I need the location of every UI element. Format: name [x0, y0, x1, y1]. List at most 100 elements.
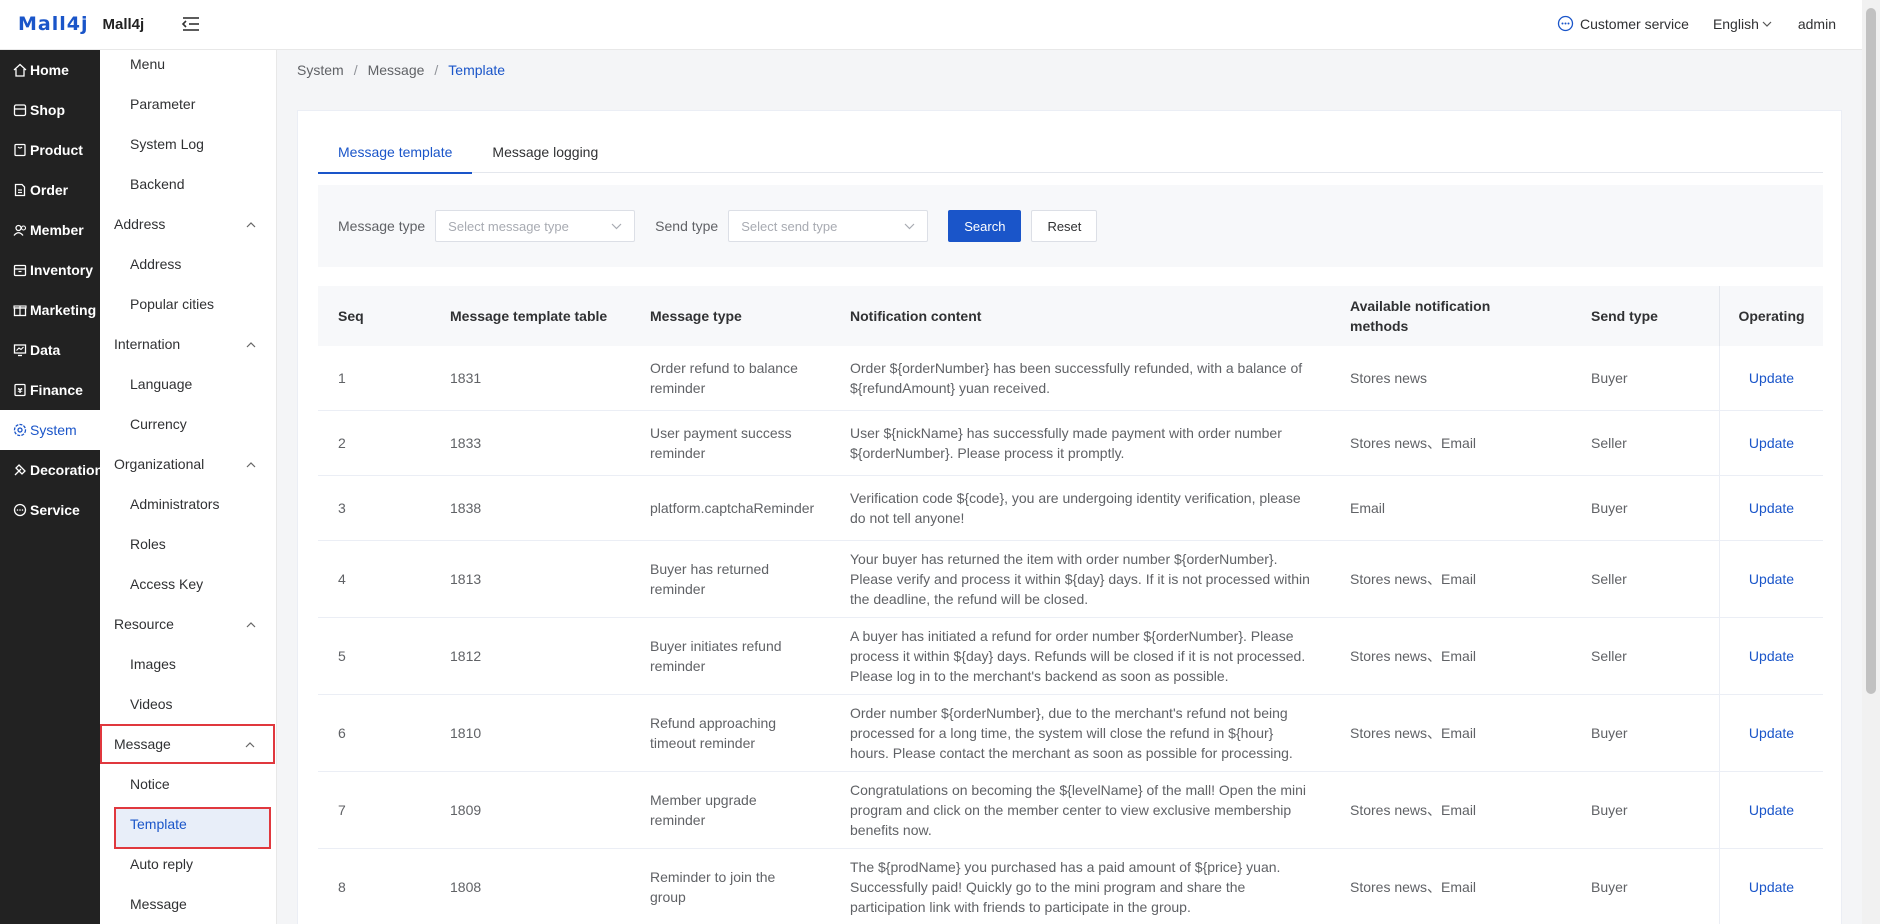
tab-message-template[interactable]: Message template	[318, 131, 473, 174]
cell-methods: Stores news、Email	[1350, 879, 1477, 895]
message-type-select[interactable]: Select message type	[435, 210, 636, 242]
submenu-group-internation[interactable]: Internation	[100, 324, 276, 364]
cell-content: Order number ${orderNumber}, due to the …	[850, 705, 1293, 761]
update-link[interactable]: Update	[1749, 368, 1794, 388]
column-header: Seq	[338, 308, 364, 324]
language-dropdown[interactable]: English	[1713, 16, 1772, 32]
update-link[interactable]: Update	[1749, 723, 1794, 743]
sidebar-item-shop[interactable]: Shop	[0, 90, 100, 130]
main-content: System / Message / Template Message temp…	[277, 50, 1862, 924]
sidebar-item-service[interactable]: Service	[0, 490, 100, 530]
sidebar-item-decoration[interactable]: Decoration	[0, 450, 104, 490]
shop-icon	[13, 104, 27, 117]
update-link[interactable]: Update	[1749, 800, 1794, 820]
cell-send-type: Seller	[1591, 648, 1627, 664]
submenu-group-message[interactable]: Message	[100, 724, 275, 764]
scrollbar-thumb[interactable]	[1866, 8, 1876, 694]
search-button[interactable]: Search	[948, 210, 1022, 242]
cell-content: Congratulations on becoming the ${levelN…	[850, 782, 1307, 838]
cell-send-type: Seller	[1591, 571, 1627, 587]
submenu-label: System Log	[130, 136, 204, 152]
tab-message-logging[interactable]: Message logging	[472, 131, 618, 173]
update-link[interactable]: Update	[1749, 646, 1794, 666]
cell-id: 1813	[450, 571, 482, 587]
submenu-item-menu[interactable]: Menu	[100, 50, 276, 84]
update-link[interactable]: Update	[1749, 433, 1794, 453]
tab-bar: Message template Message logging	[318, 131, 1823, 174]
cell-seq: 1	[338, 370, 346, 386]
customer-service-link[interactable]: Customer service	[1557, 15, 1689, 32]
update-link[interactable]: Update	[1749, 877, 1794, 897]
cell-type: Buyer initiates refund reminder	[650, 638, 782, 674]
cell-content: Verification code ${code}, you are under…	[850, 490, 1301, 526]
submenu-group-label: Internation	[114, 336, 181, 352]
submenu-label: Videos	[130, 696, 173, 712]
template-table: Seq Message template table Message type …	[318, 286, 1823, 924]
update-link[interactable]: Update	[1749, 569, 1794, 589]
breadcrumb-separator: /	[353, 62, 358, 78]
breadcrumb-message[interactable]: Message	[368, 62, 425, 78]
submenu-item-administrators[interactable]: Administrators	[100, 484, 276, 524]
breadcrumb-system[interactable]: System	[297, 62, 344, 78]
sidebar-item-label: Decoration	[30, 462, 104, 478]
sidebar-item-finance[interactable]: ¥ Finance	[0, 370, 100, 410]
table-row: 6 1810 Refund approaching timeout remind…	[318, 695, 1823, 772]
submenu-item-notice[interactable]: Notice	[100, 764, 276, 804]
sidebar-item-order[interactable]: Order	[0, 170, 100, 210]
sidebar-item-home[interactable]: Home	[0, 50, 100, 90]
home-icon	[13, 63, 27, 77]
sidebar-item-marketing[interactable]: Marketing	[0, 290, 100, 330]
cell-type: Order refund to balance reminder	[650, 360, 798, 396]
chat-icon	[1557, 15, 1574, 32]
sidebar-item-product[interactable]: Product	[0, 130, 100, 170]
submenu-label: Currency	[130, 416, 187, 432]
submenu-group-organizational[interactable]: Organizational	[100, 444, 276, 484]
message-type-label: Message type	[338, 218, 426, 234]
cell-send-type: Buyer	[1591, 879, 1628, 895]
cell-type: platform.captchaReminder	[650, 500, 815, 516]
submenu-item-language[interactable]: Language	[100, 364, 276, 404]
send-type-select[interactable]: Select send type	[728, 210, 929, 242]
submenu-group-resource[interactable]: Resource	[100, 604, 276, 644]
logo[interactable]: Mall4j Mall4j	[18, 13, 144, 35]
submenu-group-address[interactable]: Address	[100, 204, 276, 244]
sidebar-item-label: Data	[30, 342, 61, 358]
update-link[interactable]: Update	[1749, 498, 1794, 518]
svg-text:¥: ¥	[18, 387, 23, 395]
cell-id: 1831	[450, 370, 482, 386]
submenu-item-parameter[interactable]: Parameter	[100, 84, 276, 124]
cell-methods: Stores news、Email	[1350, 802, 1477, 818]
submenu-item-message[interactable]: Message	[100, 884, 276, 924]
submenu-item-access-key[interactable]: Access Key	[100, 564, 276, 604]
cell-id: 1812	[450, 648, 482, 664]
submenu-item-roles[interactable]: Roles	[100, 524, 276, 564]
cell-methods: Stores news、Email	[1350, 435, 1477, 451]
cell-methods: Stores news、Email	[1350, 725, 1477, 741]
user-name[interactable]: admin	[1798, 16, 1836, 32]
service-icon	[13, 503, 27, 517]
table-row: 1 1831 Order refund to balance reminder …	[318, 346, 1823, 411]
cell-send-type: Buyer	[1591, 802, 1628, 818]
submenu-item-auto-reply[interactable]: Auto reply	[100, 844, 276, 884]
submenu-item-images[interactable]: Images	[100, 644, 276, 684]
sidebar-item-system[interactable]: System	[0, 410, 100, 450]
chevron-down-icon	[1762, 21, 1772, 27]
menu-collapse-icon[interactable]	[181, 15, 201, 33]
sidebar-item-inventory[interactable]: Inventory	[0, 250, 100, 290]
sidebar-item-label: Home	[30, 62, 69, 78]
submenu-item-popular-cities[interactable]: Popular cities	[100, 284, 276, 324]
submenu-item-backend[interactable]: Backend	[100, 164, 276, 204]
submenu-item-template[interactable]: Template	[100, 804, 276, 849]
reset-button[interactable]: Reset	[1031, 210, 1098, 242]
cell-methods: Stores news、Email	[1350, 571, 1477, 587]
submenu-item-address[interactable]: Address	[100, 244, 276, 284]
page-scrollbar[interactable]	[1862, 0, 1880, 924]
submenu-item-system-log[interactable]: System Log	[100, 124, 276, 164]
submenu-item-videos[interactable]: Videos	[100, 684, 276, 724]
sidebar-item-data[interactable]: Data	[0, 330, 100, 370]
submenu-item-currency[interactable]: Currency	[100, 404, 276, 444]
sidebar-item-member[interactable]: Member	[0, 210, 100, 250]
send-type-label: Send type	[655, 218, 719, 234]
marketing-icon	[13, 305, 27, 317]
table-row: 8 1808 Reminder to join the group The ${…	[318, 849, 1823, 924]
